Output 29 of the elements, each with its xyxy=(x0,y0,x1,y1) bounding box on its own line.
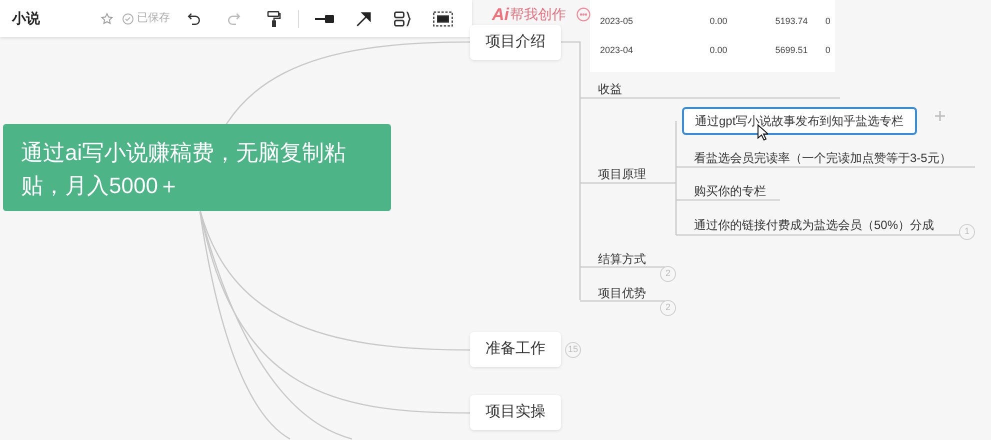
table-cell-text: 0.00 xyxy=(710,15,728,28)
format-painter-icon[interactable] xyxy=(266,10,282,28)
subtopic[interactable]: 项目原理 xyxy=(598,165,646,183)
table-cell-text: 0 xyxy=(825,44,832,58)
subtopic[interactable]: 通过你的链接付费成为盐选会员（50%）分成 xyxy=(694,216,934,234)
table-cell-text: 5699.51 xyxy=(775,44,809,58)
topic-node[interactable]: 准备工作 xyxy=(470,332,561,367)
undo-icon[interactable] xyxy=(186,10,202,26)
arrow-icon[interactable] xyxy=(355,10,373,28)
table-cell-text: 0 xyxy=(825,15,832,28)
subtopic[interactable]: 看盐选会员完读率（一个完读加点赞等于3-5元） xyxy=(694,149,952,167)
topic-node[interactable]: 项目实操 xyxy=(470,395,561,430)
document-title: 小说 xyxy=(12,9,41,28)
table-cell-text: 2023-05 xyxy=(600,15,634,28)
subtopic[interactable]: 项目优势 xyxy=(598,284,646,302)
table-cell-text: 2023-04 xyxy=(600,44,634,58)
summary-icon[interactable] xyxy=(393,10,413,28)
table-cell-text: 5193.74 xyxy=(775,15,809,28)
save-status: 已保存 xyxy=(137,11,170,26)
subtopic[interactable]: 收益 xyxy=(598,80,622,98)
line-icon[interactable] xyxy=(315,12,335,24)
subtopic[interactable]: 结算方式 xyxy=(598,250,646,268)
subtopic[interactable]: 通过gpt写小说故事发布到知乎盐选专栏 xyxy=(682,107,917,135)
check-circle-icon xyxy=(122,12,134,24)
subtopic[interactable]: 购买你的专栏 xyxy=(694,182,766,200)
star-icon[interactable] xyxy=(100,12,114,26)
boundary-icon[interactable] xyxy=(433,10,453,26)
table-cell-text: 0.00 xyxy=(710,44,728,58)
topic-node[interactable]: 项目介绍 xyxy=(470,25,561,60)
